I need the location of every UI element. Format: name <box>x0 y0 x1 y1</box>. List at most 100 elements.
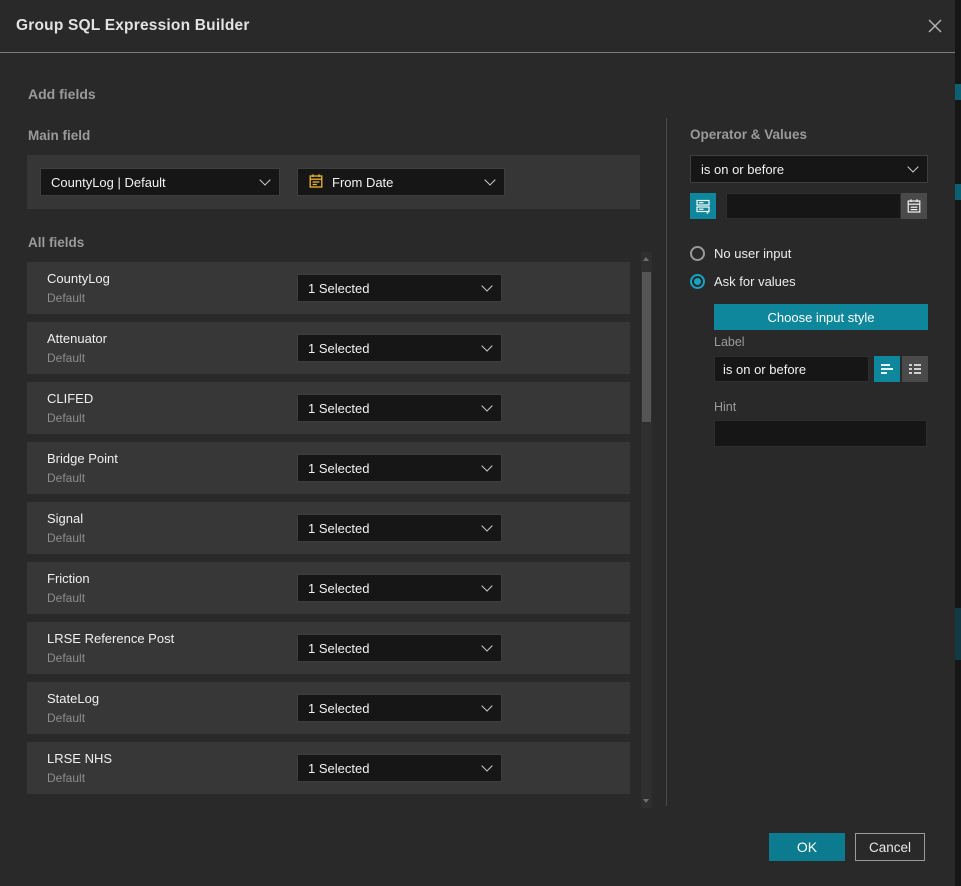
main-field-field-dropdown[interactable]: From Date <box>297 168 505 196</box>
selection-count-label: 1 Selected <box>308 341 475 356</box>
main-field-heading: Main field <box>28 128 90 143</box>
field-dropdown-label: From Date <box>332 175 478 190</box>
panel-divider <box>666 118 667 806</box>
chevron-down-icon <box>484 174 495 185</box>
field-name: Attenuator <box>47 331 107 346</box>
cancel-button[interactable]: Cancel <box>855 833 925 861</box>
label-field-label: Label <box>714 335 745 349</box>
field-row: Signal Default 1 Selected <box>27 502 630 554</box>
calendar-picker-button[interactable] <box>901 193 927 219</box>
stacked-values-picker-icon <box>694 197 712 215</box>
radio-no-user-input-label[interactable]: No user input <box>714 246 791 261</box>
main-field-layer-dropdown[interactable]: CountyLog | Default <box>40 168 280 196</box>
field-name: Bridge Point <box>47 451 118 466</box>
add-fields-heading: Add fields <box>28 86 96 102</box>
field-sublabel: Default <box>47 651 85 665</box>
field-sublabel: Default <box>47 531 85 545</box>
field-sublabel: Default <box>47 291 85 305</box>
choose-input-style-button[interactable]: Choose input style <box>714 304 928 330</box>
scrollbar-thumb[interactable] <box>642 272 651 422</box>
input-style-list-button[interactable] <box>902 356 928 382</box>
radio-ask-for-values[interactable] <box>690 274 705 289</box>
calendar-icon <box>906 198 922 214</box>
field-selection-dropdown[interactable]: 1 Selected <box>297 514 502 542</box>
selection-count-label: 1 Selected <box>308 401 475 416</box>
value-picker-button[interactable] <box>690 193 716 219</box>
hint-field-label: Hint <box>714 400 736 414</box>
chevron-down-icon <box>259 174 270 185</box>
close-icon <box>926 17 944 35</box>
ok-button[interactable]: OK <box>769 833 845 861</box>
field-selection-dropdown[interactable]: 1 Selected <box>297 394 502 422</box>
chevron-down-icon <box>907 161 918 172</box>
chevron-down-icon <box>481 520 492 531</box>
selection-count-label: 1 Selected <box>308 701 475 716</box>
selection-count-label: 1 Selected <box>308 581 475 596</box>
chevron-down-icon <box>481 400 492 411</box>
operator-dropdown-label: is on or before <box>701 162 901 177</box>
close-button[interactable] <box>921 12 949 40</box>
layer-dropdown-label: CountyLog | Default <box>51 175 253 190</box>
field-sublabel: Default <box>47 711 85 725</box>
edge-accent-mark <box>955 184 961 200</box>
chevron-down-icon <box>481 760 492 771</box>
field-sublabel: Default <box>47 771 85 785</box>
field-name: StateLog <box>47 691 99 706</box>
field-name: Friction <box>47 571 90 586</box>
bulleted-list-icon <box>906 360 924 378</box>
scrollbar-down-arrow-icon[interactable] <box>643 799 649 803</box>
scrollbar-up-arrow-icon[interactable] <box>643 257 649 261</box>
field-selection-dropdown[interactable]: 1 Selected <box>297 574 502 602</box>
selection-count-label: 1 Selected <box>308 281 475 296</box>
field-sublabel: Default <box>47 591 85 605</box>
input-style-single-button[interactable] <box>874 356 900 382</box>
field-name: Signal <box>47 511 83 526</box>
align-left-lines-icon <box>878 360 896 378</box>
dialog-title: Group SQL Expression Builder <box>16 0 250 52</box>
dialog-titlebar: Group SQL Expression Builder <box>0 0 955 53</box>
field-selection-dropdown[interactable]: 1 Selected <box>297 454 502 482</box>
edge-accent-mark <box>955 608 961 660</box>
scrollbar[interactable] <box>641 252 652 808</box>
field-sublabel: Default <box>47 471 85 485</box>
field-row: Friction Default 1 Selected <box>27 562 630 614</box>
field-selection-dropdown[interactable]: 1 Selected <box>297 334 502 362</box>
field-row: StateLog Default 1 Selected <box>27 682 630 734</box>
field-sublabel: Default <box>47 351 85 365</box>
value-input[interactable] <box>726 193 901 219</box>
all-fields-list: CountyLog Default 1 Selected Attenuator Defa… <box>27 262 630 794</box>
operator-values-heading: Operator & Values <box>690 127 807 142</box>
field-row: CountyLog Default 1 Selected <box>27 262 630 314</box>
field-name: CLIFED <box>47 391 93 406</box>
radio-no-user-input[interactable] <box>690 246 705 261</box>
selection-count-label: 1 Selected <box>308 641 475 656</box>
field-name: LRSE Reference Post <box>47 631 174 646</box>
field-row: LRSE Reference Post Default 1 Selected <box>27 622 630 674</box>
selection-count-label: 1 Selected <box>308 761 475 776</box>
field-name: LRSE NHS <box>47 751 112 766</box>
field-row: Bridge Point Default 1 Selected <box>27 442 630 494</box>
label-input[interactable] <box>714 356 869 382</box>
selection-count-label: 1 Selected <box>308 461 475 476</box>
radio-ask-for-values-label[interactable]: Ask for values <box>714 274 796 289</box>
edge-accent-mark <box>955 84 961 100</box>
field-selection-dropdown[interactable]: 1 Selected <box>297 754 502 782</box>
calendar-date-icon <box>308 173 324 192</box>
hint-input[interactable] <box>714 420 927 447</box>
field-row: Attenuator Default 1 Selected <box>27 322 630 374</box>
field-row: CLIFED Default 1 Selected <box>27 382 630 434</box>
chevron-down-icon <box>481 280 492 291</box>
background-app-edge <box>955 0 961 886</box>
chevron-down-icon <box>481 340 492 351</box>
field-selection-dropdown[interactable]: 1 Selected <box>297 634 502 662</box>
operator-dropdown[interactable]: is on or before <box>690 155 928 183</box>
all-fields-heading: All fields <box>28 235 84 250</box>
field-name: CountyLog <box>47 271 110 286</box>
chevron-down-icon <box>481 700 492 711</box>
chevron-down-icon <box>481 460 492 471</box>
selection-count-label: 1 Selected <box>308 521 475 536</box>
field-sublabel: Default <box>47 411 85 425</box>
field-selection-dropdown[interactable]: 1 Selected <box>297 274 502 302</box>
chevron-down-icon <box>481 580 492 591</box>
field-selection-dropdown[interactable]: 1 Selected <box>297 694 502 722</box>
